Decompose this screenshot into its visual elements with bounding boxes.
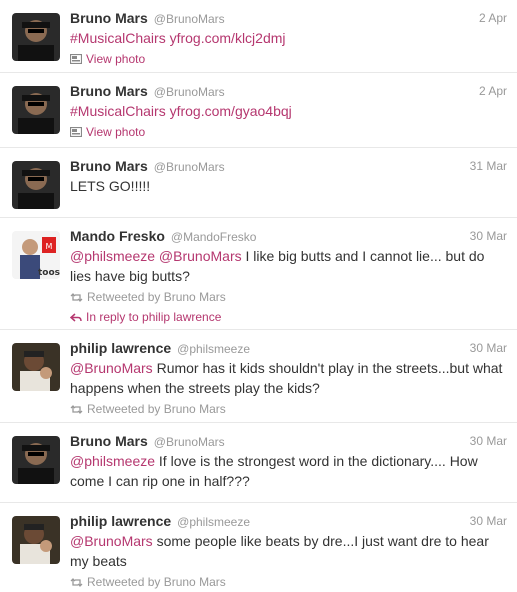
tweet-link[interactable]: #MusicalChairs yfrog.com/klcj2dmj bbox=[70, 30, 286, 46]
tweet[interactable]: philip lawrence @philsmeeze 30 Mar @Bruno… bbox=[0, 330, 517, 423]
tweet-date[interactable]: 30 Mar bbox=[470, 432, 507, 450]
author-name[interactable]: philip lawrence bbox=[70, 513, 171, 529]
mention-link[interactable]: @philsmeeze bbox=[70, 453, 155, 469]
tweet-link[interactable]: #MusicalChairs yfrog.com/gyao4bqj bbox=[70, 103, 292, 119]
view-photo-label: View photo bbox=[86, 52, 146, 66]
author-name[interactable]: Bruno Mars bbox=[70, 83, 148, 99]
author-handle[interactable]: @MandoFresko bbox=[171, 230, 257, 244]
tweet-text: #MusicalChairs yfrog.com/klcj2dmj bbox=[70, 28, 507, 48]
view-photo-button[interactable]: View photo bbox=[69, 123, 507, 142]
tweet-date[interactable]: 31 Mar bbox=[470, 157, 507, 175]
tweet[interactable]: Bruno Mars @BrunoMars 2 Apr #MusicalChair… bbox=[0, 73, 517, 148]
in-reply-to-link[interactable]: In reply to philip lawrence bbox=[69, 308, 507, 327]
tweet[interactable]: philip lawrence @philsmeeze 30 Mar @Bruno… bbox=[0, 503, 517, 590]
retweeted-by-label: Retweeted by Bruno Mars bbox=[87, 402, 226, 416]
philip-lawrence-avatar[interactable] bbox=[12, 343, 60, 391]
tweet-date[interactable]: 2 Apr bbox=[479, 82, 507, 100]
author-handle[interactable]: @philsmeeze bbox=[177, 515, 250, 529]
bruno-mars-avatar[interactable] bbox=[12, 86, 60, 134]
retweeted-by[interactable]: Retweeted by Bruno Mars bbox=[70, 288, 507, 306]
tweet-text: @philsmeeze If love is the strongest wor… bbox=[70, 451, 507, 491]
tweet-date[interactable]: 2 Apr bbox=[479, 9, 507, 27]
author-name[interactable]: Bruno Mars bbox=[70, 433, 148, 449]
retweeted-by-label: Retweeted by Bruno Mars bbox=[87, 290, 226, 304]
retweeted-by-label: Retweeted by Bruno Mars bbox=[87, 575, 226, 589]
mention-link[interactable]: @BrunoMars bbox=[70, 533, 153, 549]
retweet-icon bbox=[70, 574, 83, 592]
mando-fresko-avatar[interactable]: Mtoos bbox=[12, 231, 60, 279]
tweet-text: #MusicalChairs yfrog.com/gyao4bqj bbox=[70, 101, 507, 121]
view-photo-label: View photo bbox=[86, 125, 146, 139]
photo-icon bbox=[69, 51, 83, 69]
author-handle[interactable]: @BrunoMars bbox=[154, 85, 225, 99]
author-handle[interactable]: @BrunoMars bbox=[154, 435, 225, 449]
author-name[interactable]: philip lawrence bbox=[70, 340, 171, 356]
photo-icon bbox=[69, 124, 83, 142]
retweet-icon bbox=[70, 401, 83, 419]
bruno-mars-avatar[interactable] bbox=[12, 436, 60, 484]
tweet-text: @philsmeeze @BrunoMars I like big butts … bbox=[70, 246, 507, 286]
view-photo-button[interactable]: View photo bbox=[69, 50, 507, 69]
tweet-date[interactable]: 30 Mar bbox=[470, 512, 507, 530]
bruno-mars-avatar[interactable] bbox=[12, 161, 60, 209]
tweet-date[interactable]: 30 Mar bbox=[470, 339, 507, 357]
mention-link[interactable]: @BrunoMars bbox=[159, 248, 242, 264]
svg-text:toos: toos bbox=[38, 268, 60, 278]
author-name[interactable]: Bruno Mars bbox=[70, 158, 148, 174]
tweet-text: @BrunoMars Rumor has it kids shouldn't p… bbox=[70, 358, 507, 398]
tweet-timeline: Bruno Mars @BrunoMars 2 Apr #MusicalChair… bbox=[0, 0, 517, 590]
tweet[interactable]: Mtoos Mando Fresko @MandoFresko 30 Mar @p… bbox=[0, 218, 517, 330]
tweet-text: @BrunoMars some people like beats by dre… bbox=[70, 531, 507, 571]
reply-arrow-icon bbox=[69, 309, 82, 327]
author-name[interactable]: Bruno Mars bbox=[70, 10, 148, 26]
bruno-mars-avatar[interactable] bbox=[12, 13, 60, 61]
tweet[interactable]: Bruno Mars @BrunoMars 30 Mar @philsmeeze … bbox=[0, 423, 517, 503]
retweeted-by[interactable]: Retweeted by Bruno Mars bbox=[70, 400, 507, 418]
mention-link[interactable]: @BrunoMars bbox=[70, 360, 153, 376]
tweet[interactable]: Bruno Mars @BrunoMars 2 Apr #MusicalChair… bbox=[0, 0, 517, 73]
author-handle[interactable]: @BrunoMars bbox=[154, 12, 225, 26]
author-name[interactable]: Mando Fresko bbox=[70, 228, 165, 244]
tweet[interactable]: Bruno Mars @BrunoMars 31 Mar LETS GO!!!!! bbox=[0, 148, 517, 218]
author-handle[interactable]: @philsmeeze bbox=[177, 342, 250, 356]
svg-text:M: M bbox=[46, 242, 53, 251]
mention-link[interactable]: @philsmeeze bbox=[70, 248, 155, 264]
tweet-text: LETS GO!!!!! bbox=[70, 176, 507, 196]
author-handle[interactable]: @BrunoMars bbox=[154, 160, 225, 174]
philip-lawrence-avatar[interactable] bbox=[12, 516, 60, 564]
tweet-text-segment: LETS GO!!!!! bbox=[70, 178, 151, 194]
tweet-date[interactable]: 30 Mar bbox=[470, 227, 507, 245]
retweet-icon bbox=[70, 289, 83, 307]
in-reply-to-label: In reply to philip lawrence bbox=[86, 310, 222, 324]
retweeted-by[interactable]: Retweeted by Bruno Mars bbox=[70, 573, 507, 591]
